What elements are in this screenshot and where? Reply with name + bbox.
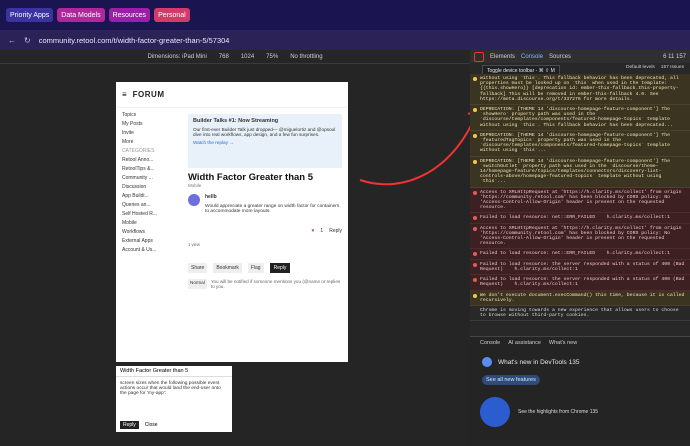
console-message: Failed to load resource: the server resp… — [470, 275, 690, 291]
drawer-tab-whats-new[interactable]: What's new — [549, 340, 577, 346]
annotation-arrow — [359, 108, 480, 186]
forum-logo[interactable]: FORUM — [133, 90, 165, 99]
like-count: 1 — [320, 228, 324, 234]
tab-elements[interactable]: Elements — [490, 54, 515, 60]
devtools-tabs: Elements Console Sources 6 11 157 — [470, 50, 690, 63]
sidebar-item[interactable]: Retool Anno... — [116, 155, 182, 164]
tab-priority-apps[interactable]: Priority Apps — [6, 8, 54, 22]
drawer: Console AI assistance What's new What's … — [470, 336, 690, 446]
browser-tab-bar: Priority Apps Data Models Resources Pers… — [0, 0, 690, 30]
console-message: Failed to load resource: net::ERR_FAILED… — [470, 213, 690, 224]
device-viewport: Dimensions: iPad Mini 768 1024 75% No th… — [0, 50, 480, 446]
chrome-icon — [482, 357, 492, 367]
console-message: DEPRECATION: [THEME 14 'discourse-homepa… — [470, 130, 690, 157]
tab-resources[interactable]: Resources — [108, 8, 151, 22]
sidebar-section-title: CATEGORIES — [122, 147, 155, 154]
sidebar-item[interactable]: My Posts — [116, 119, 182, 128]
sidebar: Topics My Posts Invite More CATEGORIES R… — [116, 110, 182, 254]
like-icon[interactable]: ♥ — [311, 228, 314, 234]
reply-composer: Width Factor Greater than 5 screen sizes… — [116, 366, 232, 432]
devtools-panel: Elements Console Sources 6 11 157 Toggle… — [470, 50, 690, 446]
console-message: Access to XMLHttpRequest at 'https://h.c… — [470, 187, 690, 214]
sidebar-item[interactable]: Queries an... — [116, 200, 182, 209]
topic-title: Width Factor Greater than 5 — [188, 172, 314, 183]
sidebar-item[interactable]: External Apps — [116, 236, 182, 245]
banner-link[interactable]: Watch the replay → — [193, 140, 337, 145]
console-message: Failed to load resource: the server resp… — [470, 259, 690, 276]
console-message: DEPRECATION: [THEME 14 'discourse-homepa… — [470, 156, 690, 188]
sidebar-item[interactable]: Account & Us... — [116, 245, 182, 254]
share-button[interactable]: Share — [188, 263, 208, 273]
sidebar-item[interactable]: App Buildi... — [116, 191, 182, 200]
notification-level[interactable]: Normal — [188, 279, 207, 289]
issues-count[interactable]: 157 Issues — [661, 65, 684, 70]
url-text[interactable]: community.retool.com/t/width-factor-grea… — [39, 36, 230, 45]
device-dimensions[interactable]: Dimensions: iPad Mini — [147, 54, 206, 60]
console-message: Chrome is moving towards a new experienc… — [470, 305, 690, 322]
drawer-tabs: Console AI assistance What's new — [470, 337, 690, 349]
sidebar-item[interactable]: Workflows — [116, 227, 182, 236]
announcement-banner: Builder Talks #1: Now Streaming Our firs… — [188, 114, 342, 168]
toggle-device-toolbar-icon[interactable] — [474, 51, 484, 62]
tab-console[interactable]: Console — [521, 54, 543, 60]
console-message: Failed to load resource: net::ERR_FAILED… — [470, 249, 690, 260]
post-author[interactable]: hellb — [205, 194, 342, 200]
reload-icon[interactable]: ↻ — [24, 36, 31, 45]
sidebar-item[interactable]: Community ... — [116, 173, 182, 182]
notification-text: You will be notified if someone mentions… — [210, 279, 341, 289]
console-log: without using `this`. This fallback beha… — [470, 74, 690, 336]
banner-text: Our first-ever Builder Talk just dropped… — [193, 127, 336, 137]
composer-reply-button[interactable]: Reply — [120, 421, 139, 429]
composer-close-button[interactable]: Close — [145, 422, 158, 428]
post-text: Would appreciate a greater range on widt… — [205, 204, 340, 214]
sidebar-item[interactable]: Topics — [116, 110, 182, 119]
avatar[interactable] — [188, 194, 200, 206]
banner-title: Builder Talks #1: Now Streaming — [193, 118, 279, 124]
whats-new-heading: What's new in DevTools 135 — [482, 357, 579, 367]
sidebar-item[interactable]: More — [116, 137, 182, 146]
flag-button[interactable]: Flag — [247, 263, 264, 273]
throttling[interactable]: No throttling — [290, 54, 322, 60]
device-zoom[interactable]: 75% — [266, 54, 278, 60]
sidebar-item[interactable]: RetoolTips &... — [116, 164, 182, 173]
bookmark-button[interactable]: Bookmark — [213, 263, 242, 273]
device-width[interactable]: 768 — [219, 54, 229, 60]
tab-sources[interactable]: Sources — [549, 54, 571, 60]
console-filters: Default levels 157 Issues — [626, 65, 684, 70]
device-toolbar: Dimensions: iPad Mini 768 1024 75% No th… — [0, 50, 470, 64]
highlights-thumbnail[interactable] — [480, 397, 510, 427]
sidebar-item[interactable]: Mobile — [116, 218, 182, 227]
address-bar[interactable]: ← ↻ community.retool.com/t/width-factor-… — [0, 30, 690, 50]
console-counts: 6 11 157 — [663, 53, 686, 60]
sidebar-item[interactable]: Discussion — [116, 182, 182, 191]
levels-filter[interactable]: Default levels — [626, 65, 655, 70]
console-message: without using `this`. This fallback beha… — [470, 74, 690, 106]
tab-personal[interactable]: Personal — [154, 8, 190, 22]
view-count: 1 view — [188, 242, 200, 247]
device-height[interactable]: 1024 — [241, 54, 254, 60]
reply-button[interactable]: Reply — [329, 228, 342, 234]
composer-title: Width Factor Greater than 5 — [116, 366, 232, 377]
console-message: DEPRECATION: [THEME 14 'discourse-homepa… — [470, 105, 690, 131]
back-icon[interactable]: ← — [8, 36, 16, 45]
see-all-features-button[interactable]: See all new features — [482, 375, 540, 385]
console-message: Access to XMLHttpRequest at 'https://h.c… — [470, 223, 690, 250]
topic-category[interactable]: Mobile — [188, 183, 201, 188]
forum-page: ≡ FORUM Topics My Posts Invite More CATE… — [116, 82, 348, 362]
composer-body[interactable]: screen sizes when the following possible… — [116, 377, 232, 400]
highlights-text[interactable]: See the highlights from Chrome 135 — [518, 409, 598, 415]
reply-main-button[interactable]: Reply — [269, 263, 291, 273]
forum-header: ≡ FORUM — [116, 82, 348, 108]
post: hellb Would appreciate a greater range o… — [188, 194, 342, 289]
menu-icon[interactable]: ≡ — [122, 90, 127, 99]
drawer-tab-ai[interactable]: AI assistance — [508, 340, 541, 346]
drawer-tab-console[interactable]: Console — [480, 340, 500, 346]
tab-data-models[interactable]: Data Models — [57, 8, 105, 22]
sidebar-item[interactable]: Self Hosted R... — [116, 209, 182, 218]
sidebar-item[interactable]: Invite — [116, 128, 182, 137]
console-message: We don't execute document.execCommand() … — [470, 290, 690, 306]
